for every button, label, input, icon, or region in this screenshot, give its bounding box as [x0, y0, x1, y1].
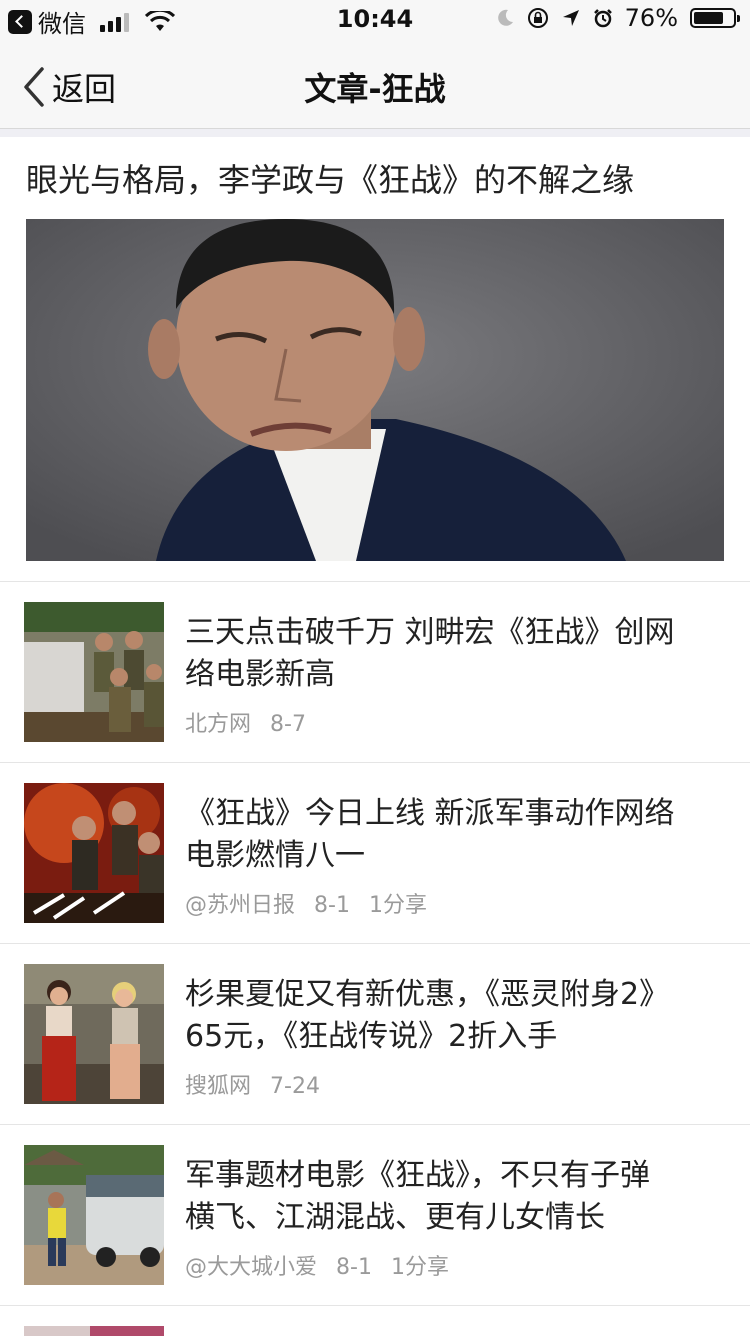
- list-item-partial[interactable]: [0, 1306, 750, 1336]
- list-item[interactable]: 军事题材电影《狂战》，不只有子弹 横飞、江湖混战、更有儿女情长 @大大城小爱 8…: [0, 1125, 750, 1306]
- featured-title: 眼光与格局，李学政与《狂战》的不解之缘: [26, 161, 635, 199]
- article-title-line: 《狂战》今日上线 新派军事动作网络: [185, 796, 675, 831]
- article-thumbnail: [24, 783, 164, 923]
- article-title-line: 三天点击破千万 刘畊宏《狂战》创网: [185, 615, 675, 650]
- article-title-line: 65元，《狂战传说》2折入手: [185, 1019, 558, 1054]
- article-thumbnail: [24, 1326, 164, 1336]
- article-shares: 1分享: [390, 1255, 449, 1280]
- featured-article[interactable]: 眼光与格局，李学政与《狂战》的不解之缘: [0, 137, 750, 582]
- article-shares: 1分享: [368, 893, 427, 918]
- article-thumbnail: [24, 964, 164, 1104]
- article-meta: 北方网 8-7: [185, 706, 726, 738]
- article-date: 8-1: [336, 1255, 372, 1280]
- article-meta: @苏州日报 8-1 1分享: [185, 887, 726, 919]
- article-thumbnail: [24, 1145, 164, 1285]
- article-title-line: 杉果夏促又有新优惠，《恶灵附身2》: [185, 977, 670, 1012]
- moon-icon: [497, 9, 513, 26]
- article-date: 8-7: [270, 712, 306, 737]
- article-title: 杉果夏促又有新优惠，《恶灵附身2》 65元，《狂战传说》2折入手: [185, 974, 726, 1058]
- article-title-line: 横飞、江湖混战、更有儿女情长: [185, 1200, 605, 1235]
- article-date: 8-1: [314, 893, 350, 918]
- article-source: @大大城小爱: [185, 1255, 318, 1280]
- article-title: 三天点击破千万 刘畊宏《狂战》创网 络电影新高: [185, 612, 726, 696]
- article-title-line: 军事题材电影《狂战》，不只有子弹: [185, 1158, 650, 1193]
- list-item[interactable]: 三天点击破千万 刘畊宏《狂战》创网 络电影新高 北方网 8-7: [0, 582, 750, 763]
- alarm-icon: [593, 9, 612, 28]
- article-title: 军事题材电影《狂战》，不只有子弹 横飞、江湖混战、更有儿女情长: [185, 1155, 726, 1239]
- list-item[interactable]: 《狂战》今日上线 新派军事动作网络 电影燃情八一 @苏州日报 8-1 1分享: [0, 763, 750, 944]
- list-item[interactable]: 杉果夏促又有新优惠，《恶灵附身2》 65元，《狂战传说》2折入手 搜狐网 7-2…: [0, 944, 750, 1125]
- battery-icon: [690, 8, 740, 28]
- article-source: 北方网: [185, 712, 252, 737]
- article-meta: @大大城小爱 8-1 1分享: [185, 1249, 726, 1281]
- article-title-line: 络电影新高: [185, 657, 335, 692]
- article-date: 7-24: [270, 1074, 320, 1099]
- article-title-line: 电影燃情八一: [185, 838, 365, 873]
- page-title: 文章-狂战: [304, 70, 446, 108]
- article-title: 《狂战》今日上线 新派军事动作网络 电影燃情八一: [185, 793, 726, 877]
- article-source: 搜狐网: [185, 1074, 252, 1099]
- location-icon: [562, 10, 579, 26]
- status-bar: 微信 10:44 76%: [0, 0, 750, 40]
- divider: [0, 129, 750, 137]
- nav-bar: 返回 文章-狂战: [0, 40, 750, 129]
- rotation-lock-icon: [527, 8, 548, 28]
- battery-percent: 76%: [624, 4, 678, 32]
- featured-image: [26, 219, 724, 561]
- status-right: 76%: [495, 4, 740, 32]
- article-thumbnail: [24, 602, 164, 742]
- article-source: @苏州日报: [185, 893, 296, 918]
- article-meta: 搜狐网 7-24: [185, 1068, 726, 1100]
- article-list: 三天点击破千万 刘畊宏《狂战》创网 络电影新高 北方网 8-7 《狂战》今日上线…: [0, 582, 750, 1336]
